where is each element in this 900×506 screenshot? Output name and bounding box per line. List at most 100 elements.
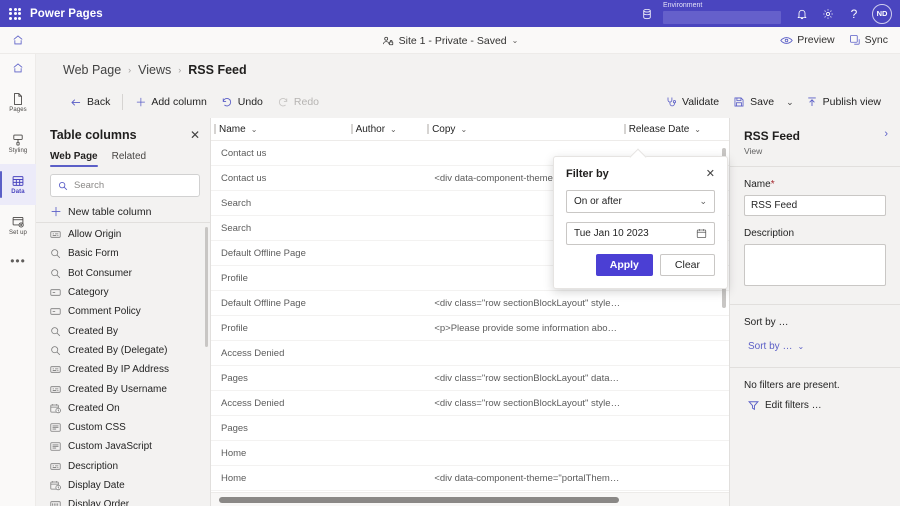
apply-button[interactable]: Apply <box>595 254 653 276</box>
sidebar-item-set-up[interactable]: Set up <box>0 205 36 246</box>
calendar-icon[interactable] <box>696 228 707 239</box>
description-field[interactable] <box>744 244 886 286</box>
sidebar-item-data[interactable]: Data <box>0 164 36 205</box>
publish-view-button[interactable]: Publish view <box>799 90 888 114</box>
filter-callout-title: Filter by <box>566 168 609 180</box>
filters-section: No filters are present. Edit filters … <box>730 368 900 429</box>
list-item-label: Created By <box>68 325 119 337</box>
search-input[interactable] <box>68 180 206 191</box>
table-cell-name: Default Offline Page <box>221 297 306 309</box>
table-row[interactable]: Access Denied <box>211 341 729 366</box>
list-item[interactable]: Allow Origin <box>36 225 210 244</box>
edit-filters-button[interactable]: Edit filters … <box>744 400 822 411</box>
sidebar-item-label: Data <box>11 189 25 195</box>
choice-icon <box>50 306 61 317</box>
table-row[interactable]: Pages <box>211 416 729 441</box>
sync-button[interactable]: Sync <box>849 34 888 46</box>
list-item[interactable]: Created By IP Address <box>36 360 210 379</box>
list-item[interactable]: Created On <box>36 399 210 418</box>
list-item[interactable]: Bot Consumer <box>36 264 210 283</box>
name-field[interactable] <box>744 195 886 216</box>
table-row[interactable]: Access Denied <div class="row sectionBloc… <box>211 391 729 416</box>
site-status-menu[interactable]: Site 1 - Private - Saved ⌄ <box>0 27 900 54</box>
list-item[interactable]: Display Order <box>36 495 210 506</box>
column-header-author[interactable]: Author ⌄ <box>348 118 425 140</box>
save-button[interactable]: Save <box>726 90 781 114</box>
table-row[interactable]: Home <div data-component-theme="portalThe… <box>211 466 729 491</box>
table-cell-copy: <p>Please provide some information about… <box>434 322 620 334</box>
list-item[interactable]: Basic Form <box>36 244 210 263</box>
bell-icon[interactable] <box>789 0 815 27</box>
grid-horizontal-scrollbar[interactable] <box>211 492 729 506</box>
tab-related[interactable]: Related <box>112 151 146 167</box>
sort-by-dropdown[interactable]: Sort by … ⌄ <box>744 341 804 352</box>
properties-header: RSS Feed › View <box>730 118 900 167</box>
columns-scrollbar-thumb[interactable] <box>205 227 208 347</box>
table-row[interactable]: Pages <div class="row sectionBlockLayout"… <box>211 366 729 391</box>
text-field-icon <box>50 229 61 240</box>
save-icon <box>733 96 745 108</box>
breadcrumb-item-views[interactable]: Views <box>138 63 171 77</box>
column-header-name[interactable]: Name ⌄ <box>211 118 348 140</box>
list-item[interactable]: Category <box>36 283 210 302</box>
search-box[interactable]: ⌄ <box>50 174 230 197</box>
list-item[interactable]: Description <box>36 457 210 476</box>
table-cell-name: Pages <box>221 372 248 384</box>
filter-date-field[interactable]: Tue Jan 10 2023 <box>566 222 715 245</box>
table-cell-name: Pages <box>221 422 248 434</box>
rail-more-button[interactable]: ••• <box>0 246 36 276</box>
close-icon[interactable]: ✕ <box>706 168 715 180</box>
rail-home[interactable] <box>0 54 36 82</box>
chevron-down-icon[interactable]: ⌄ <box>512 36 519 45</box>
left-rail: Pages Styling Data Set up ••• <box>0 54 36 506</box>
question-icon[interactable]: ? <box>841 0 867 27</box>
list-item[interactable]: Comment Policy <box>36 302 210 321</box>
list-item[interactable]: Custom JavaScript <box>36 437 210 456</box>
chevron-down-icon[interactable]: ⌄ <box>390 125 397 134</box>
breadcrumb-item-web-page[interactable]: Web Page <box>63 63 121 77</box>
new-table-column-button[interactable]: ＋ New table column <box>36 197 210 218</box>
chevron-down-icon[interactable]: ⌄ <box>694 125 701 134</box>
avatar[interactable]: ND <box>872 3 892 24</box>
grid-horizontal-scroll-thumb[interactable] <box>219 497 619 503</box>
save-menu-button[interactable]: ⌄ <box>781 90 799 114</box>
table-cell-name: Home <box>221 447 247 459</box>
table-columns-header: Table columns ✕ <box>36 118 210 142</box>
column-header-copy[interactable]: Copy ⌄ <box>424 118 621 140</box>
sidebar-item-label: Styling <box>8 148 28 154</box>
sidebar-item-pages[interactable]: Pages <box>0 82 36 123</box>
list-item-label: Created By (Delegate) <box>68 344 168 356</box>
tab-web-page[interactable]: Web Page <box>50 151 98 167</box>
column-header-label: Release Date <box>628 123 690 135</box>
chevron-down-icon[interactable]: ⌄ <box>460 125 467 134</box>
validate-button[interactable]: Validate <box>658 90 726 114</box>
table-row[interactable]: Home <box>211 441 729 466</box>
gear-icon[interactable] <box>815 0 841 27</box>
list-item[interactable]: Display Date <box>36 476 210 495</box>
toolbar-divider <box>122 94 124 110</box>
environment-value-redacted[interactable] <box>663 11 781 24</box>
back-button[interactable]: Back <box>63 90 117 114</box>
add-column-button[interactable]: ＋ Add column <box>128 90 213 114</box>
close-icon[interactable]: ✕ <box>190 129 200 141</box>
column-header-label: Author <box>355 123 386 135</box>
list-item[interactable]: Created By (Delegate) <box>36 341 210 360</box>
undo-button[interactable]: Undo <box>214 90 270 114</box>
column-header-release-date[interactable]: Release Date ⌄ <box>621 118 729 140</box>
eye-icon <box>780 35 794 46</box>
funnel-icon <box>748 400 759 411</box>
app-launcher-icon[interactable] <box>0 7 30 20</box>
table-row[interactable]: Default Offline Page <div class="row sect… <box>211 291 729 316</box>
table-row[interactable]: Profile <p>Please provide some informatio… <box>211 316 729 341</box>
preview-button[interactable]: Preview <box>780 34 835 46</box>
chevron-right-icon[interactable]: › <box>884 129 888 140</box>
list-item[interactable]: Custom CSS <box>36 418 210 437</box>
environment-selector[interactable]: Environment <box>641 0 789 27</box>
filter-operator-dropdown[interactable]: On or after ⌄ <box>566 190 715 213</box>
sidebar-item-styling[interactable]: Styling <box>0 123 36 164</box>
chevron-down-icon[interactable]: ⌄ <box>251 125 258 134</box>
app-name[interactable]: Power Pages <box>30 8 103 20</box>
clear-button[interactable]: Clear <box>659 254 715 276</box>
list-item[interactable]: Created By <box>36 321 210 340</box>
list-item[interactable]: Created By Username <box>36 379 210 398</box>
